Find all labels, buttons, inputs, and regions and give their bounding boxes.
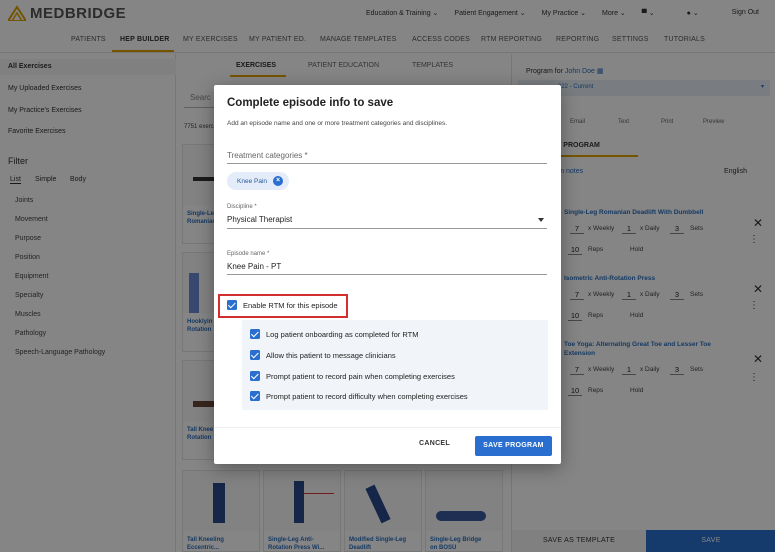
rtm-option-messaging[interactable]: Allow this patient to message clinicians [266,351,396,360]
rtm-option-checkbox[interactable] [250,329,260,339]
save-program-button[interactable]: SAVE PROGRAM [475,436,552,456]
treatment-categories-input[interactable] [227,163,547,164]
discipline-select[interactable] [227,228,547,229]
chevron-down-icon[interactable] [538,218,544,222]
rtm-checkbox[interactable] [227,300,237,310]
episode-info-dialog: Complete episode info to save Add an epi… [214,85,561,464]
discipline-label: Discipline * [227,204,257,210]
episode-name-input[interactable] [227,274,547,275]
cancel-button[interactable]: CANCEL [419,440,450,447]
rtm-checkbox-label[interactable]: Enable RTM for this episode [243,301,338,310]
rtm-option-onboarding[interactable]: Log patient onboarding as completed for … [266,330,418,339]
episode-name-label: Episode name * [227,251,270,257]
dialog-title: Complete episode info to save [227,97,394,109]
rtm-option-checkbox[interactable] [250,391,260,401]
dialog-subtitle: Add an episode name and one or more trea… [227,120,448,127]
discipline-value[interactable]: Physical Therapist [227,215,292,224]
rtm-option-checkbox[interactable] [250,350,260,360]
chip-remove-icon[interactable]: × [273,176,283,186]
treatment-categories-placeholder: Treatment categories * [227,151,308,160]
rtm-option-checkbox[interactable] [250,371,260,381]
dialog-divider [214,427,561,428]
chip-label: Knee Pain [237,177,267,185]
rtm-option-pain[interactable]: Prompt patient to record pain when compl… [266,372,455,381]
episode-name-value[interactable]: Knee Pain - PT [227,262,281,271]
treatment-chip[interactable]: Knee Pain × [227,172,289,190]
rtm-option-difficulty[interactable]: Prompt patient to record difficulty when… [266,392,468,401]
